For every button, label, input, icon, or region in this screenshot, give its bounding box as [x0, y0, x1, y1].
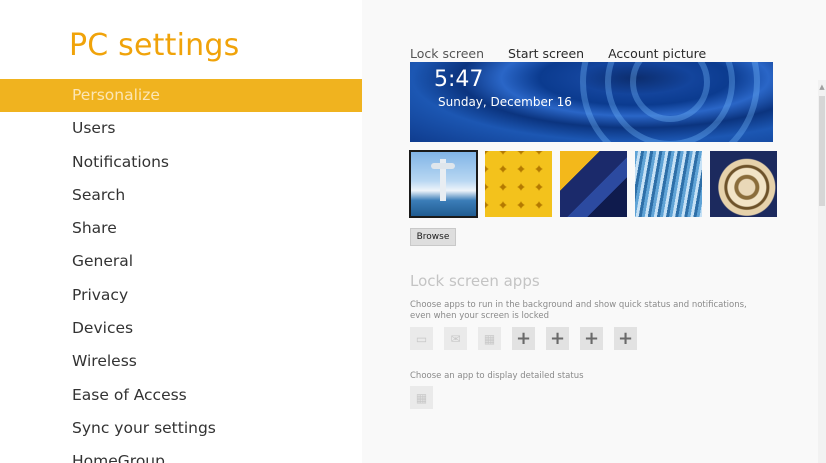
nav-item-privacy[interactable]: Privacy	[0, 279, 362, 312]
space-needle-shape	[431, 159, 455, 201]
nav-item-general[interactable]: General	[0, 245, 362, 278]
tab-bar: Lock screen Start screen Account picture	[410, 46, 706, 61]
nav-item-personalize[interactable]: Personalize	[0, 79, 362, 113]
browse-button[interactable]: Browse	[410, 228, 456, 246]
lock-app-slot[interactable]: +	[580, 327, 603, 350]
lock-screen-apps-description: Choose apps to run in the background and…	[410, 300, 747, 321]
add-icon: +	[583, 328, 600, 349]
add-icon: +	[549, 328, 566, 349]
lock-app-slot[interactable]: +	[512, 327, 535, 350]
nav-item-homegroup[interactable]: HomeGroup	[0, 445, 362, 463]
calendar-icon: ▦	[415, 390, 428, 405]
lock-screen-preview: 5:47 Sunday, December 16	[410, 62, 773, 142]
scrollbar-thumb[interactable]	[819, 96, 825, 206]
thumbnail-honeycomb[interactable]	[485, 151, 552, 217]
nav-item-wireless[interactable]: Wireless	[0, 345, 362, 378]
lock-app-slot[interactable]: ▦	[478, 327, 501, 350]
add-icon: +	[617, 328, 634, 349]
lock-app-slot[interactable]: ▭	[410, 327, 433, 350]
lock-screen-apps-heading: Lock screen apps	[410, 272, 540, 290]
settings-content-pane: Lock screen Start screen Account picture 5…	[362, 0, 826, 463]
tab-account-picture[interactable]: Account picture	[608, 46, 706, 61]
thumbnail-nautilus-shell[interactable]	[710, 151, 777, 217]
nav-list: Personalize Users Notifications Search Share…	[0, 79, 362, 463]
calendar-icon: ▦	[483, 331, 496, 346]
scroll-up-icon[interactable]: ▲	[818, 82, 826, 92]
mail-icon: ✉	[450, 331, 461, 346]
nav-item-search[interactable]: Search	[0, 179, 362, 212]
messaging-icon: ▭	[415, 331, 428, 346]
preview-date: Sunday, December 16	[438, 95, 572, 109]
nav-item-ease-of-access[interactable]: Ease of Access	[0, 379, 362, 412]
detailed-status-slot[interactable]: ▦	[410, 386, 433, 409]
detailed-status-description: Choose an app to display detailed status	[410, 371, 584, 381]
tab-start-screen[interactable]: Start screen	[508, 46, 584, 61]
nav-item-devices[interactable]: Devices	[0, 312, 362, 345]
page-title: PC settings	[69, 28, 240, 63]
lock-app-slot[interactable]: +	[614, 327, 637, 350]
thumbnail-space-needle[interactable]	[409, 150, 478, 218]
preview-time: 5:47	[434, 67, 484, 92]
nav-item-users[interactable]: Users	[0, 112, 362, 145]
tab-lock-screen[interactable]: Lock screen	[410, 46, 484, 61]
lock-screen-app-slots: ▭ ✉ ▦ + + + +	[410, 327, 637, 350]
nav-item-share[interactable]: Share	[0, 212, 362, 245]
nav-item-notifications[interactable]: Notifications	[0, 146, 362, 179]
lock-app-slot[interactable]: +	[546, 327, 569, 350]
lock-app-slot[interactable]: ✉	[444, 327, 467, 350]
nav-item-sync-your-settings[interactable]: Sync your settings	[0, 412, 362, 445]
settings-nav-pane: PC settings Personalize Users Notification…	[0, 0, 362, 463]
thumbnail-geometric[interactable]	[560, 151, 627, 217]
thumbnail-light-rail[interactable]	[635, 151, 702, 217]
background-thumbnails	[409, 150, 777, 218]
add-icon: +	[515, 328, 532, 349]
